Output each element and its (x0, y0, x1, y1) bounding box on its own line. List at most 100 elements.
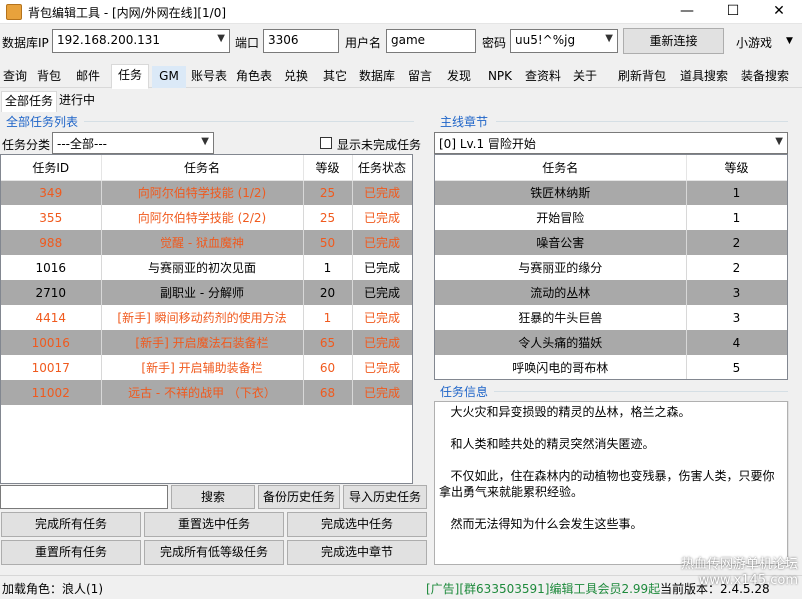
chapter-quest-grid[interactable]: 任务名 等级 铁匠林纳斯 1 开始冒险 1 噪音公害 2 与赛丽亚的缘分 2 流动的丛林 3 狂暴的… (434, 154, 788, 380)
user-label: 用户名 (345, 36, 382, 50)
search-button[interactable]: 搜索 (171, 485, 255, 509)
item-search-link[interactable]: 道具搜索 (680, 67, 728, 84)
quest-info-group-title: 任务信息 (440, 385, 489, 399)
table-row[interactable]: 10017 [新手] 开启辅助装备栏 60 已完成 (1, 355, 412, 380)
table-row[interactable]: 开始冒险 1 (435, 205, 787, 230)
column-header-quest-name[interactable]: 任务名 (101, 155, 304, 181)
tab-lookup[interactable]: 查资料 (521, 66, 565, 88)
quest-id-cell: 2710 (1, 280, 102, 305)
group-divider (496, 121, 788, 122)
quest-info-text[interactable]: 大火灾和异变损毁的精灵的丛林，格兰之森。 和人类和睦共处的精灵突然消失匿迹。 不… (434, 401, 788, 565)
quest-level-cell: 68 (303, 380, 353, 405)
reset-all-button[interactable]: 重置所有任务 (1, 540, 141, 565)
tab-database[interactable]: 数据库 (355, 66, 399, 88)
tab-other[interactable]: 其它 (318, 66, 352, 88)
quest-level-cell: 60 (303, 355, 353, 380)
complete-all-button[interactable]: 完成所有任务 (1, 512, 141, 537)
tab-quest[interactable]: 任务 (111, 64, 149, 89)
reconnect-button[interactable]: 重新连接 (623, 28, 724, 54)
subtab-in-progress[interactable]: 进行中 (56, 91, 98, 112)
tab-npk[interactable]: NPK (482, 66, 518, 88)
show-unfinished-checkbox[interactable] (320, 137, 332, 149)
main-chapter-group-title: 主线章节 (440, 115, 489, 129)
quest-id-cell: 349 (1, 180, 102, 205)
quest-search-input[interactable] (0, 485, 168, 509)
equip-search-link[interactable]: 装备搜索 (741, 67, 789, 84)
tab-message[interactable]: 留言 (403, 66, 437, 88)
main-tab-strip: 查询 背包 邮件 任务 GM 账号表 角色表 兑换 其它 数据库 留言 发现 N… (0, 64, 802, 89)
reset-selected-button[interactable]: 重置选中任务 (144, 512, 284, 537)
tab-role-table[interactable]: 角色表 (233, 66, 275, 88)
table-row[interactable]: 令人头痛的猫妖 4 (435, 330, 787, 355)
refresh-bag-link[interactable]: 刷新背包 (618, 67, 666, 84)
quest-name-cell: [新手] 开启魔法石装备栏 (101, 330, 304, 355)
quest-list-grid[interactable]: 任务ID 任务名 等级 任务状态 349 向阿尔伯特学技能 (1/2) 25 已完成 3… (0, 154, 413, 484)
chevron-down-icon: ▼ (605, 33, 613, 44)
tab-exchange[interactable]: 兑换 (279, 66, 313, 88)
db-ip-label: 数据库IP (2, 36, 49, 50)
chapter-combo[interactable]: [0] Lv.1 冒险开始 ▼ (434, 132, 788, 154)
quest-id-cell: 11002 (1, 380, 102, 405)
db-ip-combo[interactable]: 192.168.200.131 ▼ (52, 29, 230, 53)
tab-query[interactable]: 查询 (0, 66, 30, 88)
tab-bag[interactable]: 背包 (32, 66, 66, 88)
mini-game-link[interactable]: 小游戏 (736, 34, 772, 51)
column-header-quest-name[interactable]: 任务名 (435, 155, 687, 181)
column-header-quest-id[interactable]: 任务ID (1, 155, 102, 181)
complete-chapter-button[interactable]: 完成选中章节 (287, 540, 427, 565)
table-row[interactable]: 988 觉醒 - 狱血魔神 50 已完成 (1, 230, 412, 255)
category-combo[interactable]: ---全部--- ▼ (52, 132, 214, 154)
table-row[interactable]: 噪音公害 2 (435, 230, 787, 255)
user-input[interactable]: game (386, 29, 476, 53)
quest-level-cell: 1 (303, 255, 353, 280)
quest-id-cell: 1016 (1, 255, 102, 280)
table-row[interactable]: 349 向阿尔伯特学技能 (1/2) 25 已完成 (1, 180, 412, 205)
port-input[interactable]: 3306 (263, 29, 339, 53)
tab-mail[interactable]: 邮件 (70, 66, 106, 88)
table-row[interactable]: 与赛丽亚的缘分 2 (435, 255, 787, 280)
table-row[interactable]: 狂暴的牛头巨兽 3 (435, 305, 787, 330)
table-row[interactable]: 铁匠林纳斯 1 (435, 180, 787, 205)
minimize-icon[interactable]: — (664, 0, 710, 24)
quest-subtab-strip: 全部任务 进行中 (0, 90, 430, 112)
table-row[interactable]: 1016 与赛丽亚的初次见面 1 已完成 (1, 255, 412, 280)
complete-low-level-button[interactable]: 完成所有低等级任务 (144, 540, 284, 565)
tab-gm[interactable]: GM (152, 66, 186, 88)
tab-account-table[interactable]: 账号表 (188, 66, 230, 88)
subtab-all-quests[interactable]: 全部任务 (1, 91, 58, 112)
table-row[interactable]: 10016 [新手] 开启魔法石装备栏 65 已完成 (1, 330, 412, 355)
chapter-quest-name-cell: 令人头痛的猫妖 (435, 330, 687, 355)
table-row[interactable]: 11002 远古 - 不祥的战甲 （下衣） 68 已完成 (1, 380, 412, 405)
info-paragraph: 不仅如此，住在森林内的动植物也变残暴，伤害人类，只要你拿出勇气来就能累积经验。 (439, 469, 775, 499)
table-row[interactable]: 呼唤闪电的哥布林 5 (435, 355, 787, 379)
complete-selected-button[interactable]: 完成选中任务 (287, 512, 427, 537)
show-unfinished-label: 显示未完成任务 (337, 138, 422, 152)
close-icon[interactable]: ✕ (756, 0, 802, 24)
column-header-level[interactable]: 等级 (686, 155, 787, 181)
port-label: 端口 (235, 36, 260, 50)
table-row[interactable]: 4414 [新手] 瞬间移动药剂的使用方法 1 已完成 (1, 305, 412, 330)
maximize-icon[interactable]: ☐ (710, 0, 756, 24)
chapter-quest-name-cell: 开始冒险 (435, 205, 687, 230)
column-header-status[interactable]: 任务状态 (352, 155, 412, 181)
chapter-quest-level-cell: 5 (686, 355, 787, 379)
tab-discover[interactable]: 发现 (442, 66, 476, 88)
table-row[interactable]: 2710 副职业 - 分解师 20 已完成 (1, 280, 412, 305)
chapter-quest-level-cell: 2 (686, 230, 787, 255)
db-ip-value: 192.168.200.131 (57, 33, 161, 47)
password-combo[interactable]: uu5!^%jg ▼ (510, 29, 618, 53)
info-scrollbar[interactable] (788, 401, 802, 565)
quest-id-cell: 988 (1, 230, 102, 255)
chevron-down-icon[interactable]: ▼ (786, 36, 793, 46)
quest-status-cell: 已完成 (352, 255, 412, 280)
all-quests-group-title: 全部任务列表 (6, 115, 79, 129)
table-row[interactable]: 355 向阿尔伯特学技能 (2/2) 25 已完成 (1, 205, 412, 230)
chapter-quest-level-cell: 4 (686, 330, 787, 355)
table-row[interactable]: 流动的丛林 3 (435, 280, 787, 305)
backup-history-button[interactable]: 备份历史任务 (258, 485, 340, 509)
tab-about[interactable]: 关于 (568, 66, 602, 88)
ad-link[interactable]: [广告][群633503591]编辑工具会员2.99起 (426, 580, 660, 597)
column-header-level[interactable]: 等级 (303, 155, 353, 181)
quest-id-cell: 10016 (1, 330, 102, 355)
import-history-button[interactable]: 导入历史任务 (343, 485, 427, 509)
